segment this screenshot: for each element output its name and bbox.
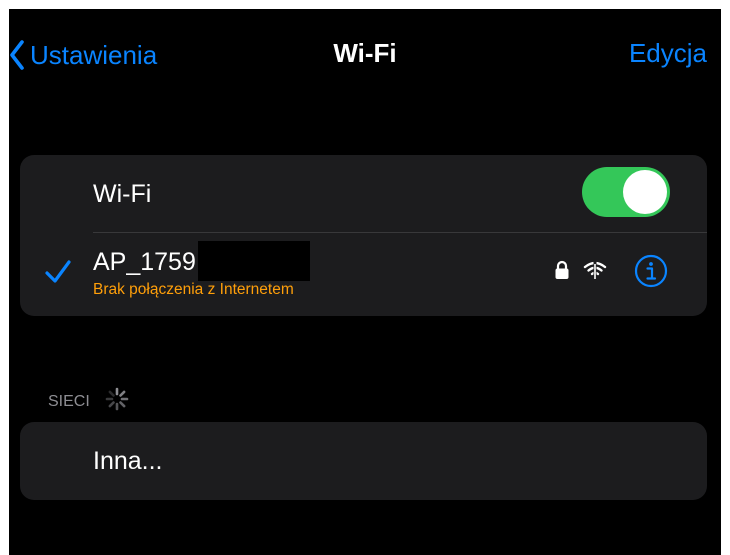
loading-spinner-icon (104, 386, 130, 417)
section-label: SIECI (48, 392, 90, 410)
network-status: Brak połączenia z Internetem (93, 281, 294, 298)
wifi-toggle-label: Wi-Fi (93, 180, 152, 208)
network-name: AP_1759 (93, 248, 196, 276)
chevron-left-icon (9, 40, 25, 70)
back-button[interactable]: Ustawienia (9, 35, 157, 75)
back-button-label: Ustawienia (30, 39, 158, 70)
toggle-knob (623, 170, 667, 214)
edit-button[interactable]: Edycja (629, 38, 707, 69)
wifi-toggle-row: Wi-Fi (20, 155, 707, 232)
navigation-bar: Ustawienia Wi-Fi Edycja (9, 9, 721, 99)
networks-section-header: SIECI (48, 386, 130, 417)
wifi-toggle-switch[interactable] (582, 167, 670, 217)
lock-icon (554, 260, 570, 285)
connected-network-row[interactable]: AP_1759 Brak połączenia z Internetem (20, 233, 707, 316)
other-network-row[interactable]: Inna... (20, 422, 707, 500)
wifi-card: Wi-Fi AP_1759 Brak połączenia z Internet… (20, 155, 707, 316)
checkmark-icon (44, 259, 72, 290)
info-icon[interactable] (634, 254, 668, 293)
other-network-label: Inna... (93, 447, 163, 475)
wifi-no-internet-icon (583, 260, 607, 285)
page-title: Wi-Fi (333, 38, 397, 68)
redaction-box (198, 241, 310, 281)
settings-screen: Ustawienia Wi-Fi Edycja Wi-Fi AP_1759 Br… (9, 9, 721, 555)
